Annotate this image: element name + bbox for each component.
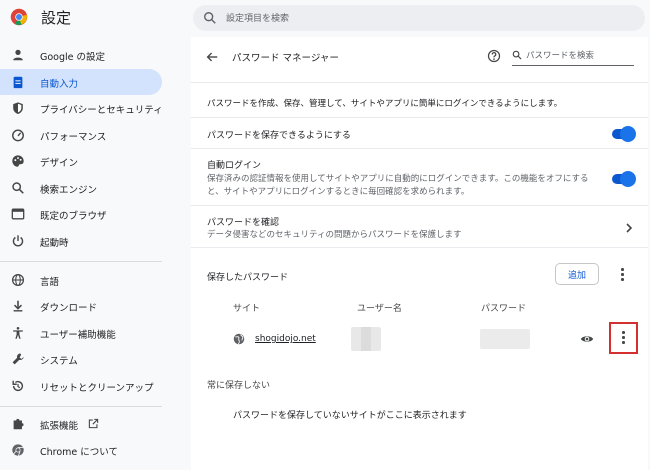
column-header-password: パスワード [481,304,527,314]
sidebar-item-google-settings[interactable]: Google の設定 [0,42,162,68]
eye-icon[interactable] [580,333,594,345]
check-passwords-row[interactable]: パスワードを確認 データ侵害などのセキュリティの問題からパスワードを保護します [191,206,648,242]
add-password-button[interactable]: 追加 [555,263,599,285]
column-header-username: ユーザー名 [357,304,402,314]
sidebar-item-performance[interactable]: パフォーマンス [0,122,162,148]
sidebar-item-search-engine[interactable]: 検索エンジン [0,175,162,201]
divider [191,247,648,248]
password-search-placeholder: パスワードを検索 [526,51,595,61]
sidebar-item-label: 言語 [40,277,60,288]
sidebar-item-label: ダウンロード [40,303,98,314]
search-icon [204,12,216,24]
sidebar-item-label: Google の設定 [40,52,106,63]
username-redacted [351,327,381,351]
offer-to-save-label: パスワードを保存できるようにする [207,131,351,141]
sidebar-item-default-browser[interactable]: 既定のブラウザ [0,201,162,227]
never-saved-empty-message: パスワードを保存していないサイトがここに表示されます [233,411,467,421]
palette-icon [12,155,24,167]
sidebar-item-label: リセットとクリーンアップ [40,383,154,394]
sidebar-item-label: ユーザー補助機能 [40,330,116,341]
description: パスワードを作成、保存、管理して、サイトやアプリに簡単にログインできるようにしま… [207,99,563,109]
sidebar-item-label: パフォーマンス [40,132,107,143]
sidebar-item-label: デザイン [40,158,79,169]
auto-signin-toggle[interactable] [612,172,635,186]
sidebar-item-appearance[interactable]: デザイン [0,148,162,174]
sidebar-divider [0,261,162,262]
wrench-icon [12,353,24,365]
speedometer-icon [12,129,24,142]
globe-icon [233,333,245,345]
puzzle-icon [13,418,24,430]
sidebar-item-on-startup[interactable]: 起動時 [0,228,162,254]
download-icon [13,300,23,312]
offer-to-save-toggle[interactable] [612,127,635,141]
person-icon [13,49,23,61]
sidebar-divider [0,406,162,407]
chrome-icon [12,444,24,456]
top-bar: 設定 設定項目を検索 [0,0,650,34]
browser-icon [11,208,25,220]
power-icon [12,235,24,247]
saved-passwords-heading: 保存したパスワード [207,273,289,283]
accessibility-icon [13,326,23,339]
divider [191,117,648,118]
back-arrow-icon[interactable] [205,50,219,64]
auto-signin-desc-line1: 保存済みの認証情報を使用してサイトやアプリに自動的にログインできます。この機能を… [207,174,589,184]
auto-signin-desc-line2: と、サイトやアプリにログインするときに毎回確認を求められます。 [207,187,470,197]
column-header-site: サイト [233,304,261,314]
site-link[interactable]: shogidojo.net [255,334,316,344]
sidebar-item-privacy[interactable]: プライバシーとセキュリティ [0,95,163,121]
password-manager-title: パスワード マネージャー [232,53,339,64]
row-more-actions-icon[interactable] [620,331,626,345]
sidebar-item-label: システム [40,356,78,367]
search-placeholder: 設定項目を検索 [226,14,290,24]
sidebar-item-languages[interactable]: 言語 [0,267,162,293]
chevron-right-icon [626,223,633,233]
password-manager-card: パスワード マネージャー パスワードを検索 パスワードを作成、保存、管理して、サ… [191,37,648,470]
sidebar-item-label: 拡張機能 [40,421,79,432]
help-icon[interactable] [487,49,501,63]
sidebar-item-system[interactable]: システム [0,346,162,372]
divider [191,82,648,83]
search-icon [512,50,522,60]
page-title: 設定 [41,9,72,27]
sidebar-item-extensions[interactable]: 拡張機能 [0,411,162,437]
add-button-label: 追加 [567,271,586,281]
settings-search-input[interactable]: 設定項目を検索 [193,5,645,31]
clipboard-icon [13,76,23,89]
sidebar-item-label: 既定のブラウザ [40,211,107,222]
check-passwords-label: パスワードを確認 [207,218,280,228]
sidebar-item-label: 起動時 [40,238,69,249]
never-saved-heading: 常に保存しない [207,381,271,391]
sidebar-item-label: プライバシーとセキュリティ [40,105,163,116]
sidebar-item-label: Chrome について [40,447,118,458]
external-link-icon [88,418,99,429]
saved-passwords-more-icon[interactable] [619,268,625,282]
shield-icon [13,102,23,114]
password-search-input[interactable]: パスワードを検索 [512,46,634,66]
sidebar-item-label: 自動入力 [40,79,79,90]
globe-icon [11,273,25,287]
auto-signin-label: 自動ログイン [207,161,262,171]
check-passwords-desc: データ侵害などのセキュリティの問題からパスワードを保護します [207,230,462,240]
sidebar-item-label: 検索エンジン [40,185,98,196]
sidebar-item-reset[interactable]: リセットとクリーンアップ [0,373,162,399]
reset-icon [12,380,24,392]
chrome-logo-icon [10,8,28,26]
sidebar-item-downloads[interactable]: ダウンロード [0,293,162,319]
sidebar-item-autofill[interactable]: 自動入力 [0,69,162,95]
search-icon [12,182,24,194]
divider [191,148,648,149]
sidebar-item-accessibility[interactable]: ユーザー補助機能 [0,320,162,346]
password-redacted [480,329,530,349]
sidebar-item-about-chrome[interactable]: Chrome について [0,437,162,463]
